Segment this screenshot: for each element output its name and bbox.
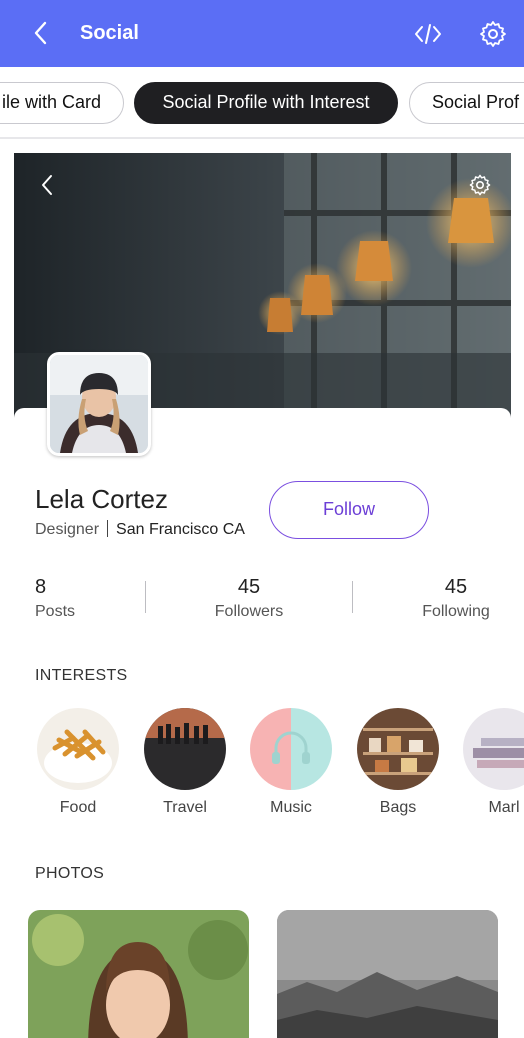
bags-image [357, 708, 439, 790]
food-image [37, 708, 119, 790]
page-title: Social [80, 22, 139, 44]
tab-profile-with-card[interactable]: ile with Card [0, 82, 124, 124]
app-bar: Social [0, 0, 524, 67]
interest-label: Marl [488, 799, 520, 816]
stat-posts[interactable]: 8 Posts [35, 576, 77, 621]
interests-heading: INTERESTS [35, 667, 128, 684]
cover-gear-icon[interactable] [468, 173, 492, 197]
stat-label: Following [422, 603, 490, 620]
profile-subtitle: Designer San Francisco CA [35, 520, 245, 539]
tab-social-profile[interactable]: Social Prof [409, 82, 524, 124]
interest-travel[interactable]: Travel [140, 708, 230, 817]
code-icon[interactable] [412, 18, 444, 50]
interest-music[interactable]: Music [246, 708, 336, 817]
stat-followers[interactable]: 45 Followers [205, 576, 293, 621]
music-image [250, 708, 332, 790]
photos-heading: PHOTOS [35, 865, 105, 882]
market-image [463, 708, 524, 790]
interest-food[interactable]: Food [33, 708, 123, 817]
profile-location: San Francisco CA [116, 521, 245, 538]
stat-value: 45 [237, 576, 261, 598]
interest-label: Travel [163, 799, 207, 816]
tab-strip: ile with Card Social Profile with Intere… [0, 67, 524, 139]
stats-divider [352, 581, 353, 613]
profile-name: Lela Cortez [35, 484, 168, 514]
avatar-illustration [50, 355, 148, 453]
cover-back-icon[interactable] [36, 173, 60, 197]
stats-divider [145, 581, 146, 613]
travel-image [144, 708, 226, 790]
interest-label: Food [59, 799, 97, 816]
chevron-left-icon[interactable] [26, 18, 56, 48]
interest-label: Music [270, 799, 312, 816]
stat-label: Followers [214, 603, 284, 620]
interest-label: Bags [379, 799, 417, 816]
stat-label: Posts [35, 603, 76, 620]
gear-icon[interactable] [478, 19, 508, 49]
divider [107, 520, 109, 537]
interest-market[interactable]: Marl [459, 708, 524, 817]
stat-following[interactable]: 45 Following [415, 576, 497, 621]
profile-role: Designer [35, 521, 100, 538]
stat-value: 45 [444, 576, 468, 598]
avatar [47, 352, 151, 456]
photo-thumbnail[interactable] [277, 910, 498, 1038]
interest-bags[interactable]: Bags [353, 708, 443, 817]
tab-social-profile-with-interest[interactable]: Social Profile with Interest [134, 82, 398, 124]
follow-button[interactable]: Follow [269, 481, 429, 539]
photo-thumbnail[interactable] [28, 910, 249, 1038]
stat-value: 8 [35, 576, 47, 598]
